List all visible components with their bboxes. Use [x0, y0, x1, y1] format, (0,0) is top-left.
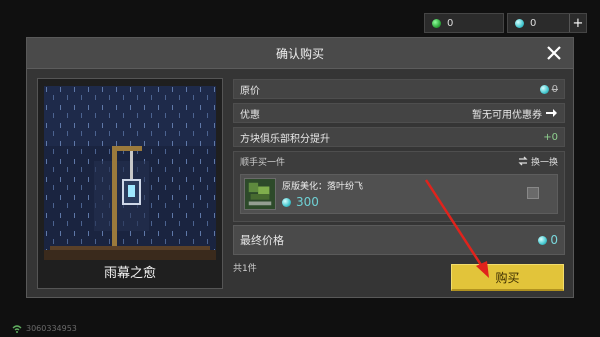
emerald-icon	[432, 18, 441, 28]
product-preview: 雨幕之愈	[37, 78, 223, 289]
addon-section: 顺手买一件 换一换 原版美化：落叶纷飞 300	[233, 151, 565, 222]
addon-thumbnail	[244, 178, 276, 210]
emerald-count: 0	[447, 17, 454, 29]
close-icon[interactable]	[547, 46, 561, 60]
emerald-balance: 0	[424, 13, 504, 33]
purchase-dialog: 确认购买 雨幕之愈 原价 0 优惠 暂无可用优惠券 方块俱乐部积分提升 +0 顺…	[26, 37, 574, 298]
swap-button[interactable]: 换一换	[518, 155, 558, 168]
original-price-label: 原价	[240, 85, 260, 97]
dialog-title: 确认购买	[275, 46, 324, 61]
discount-value: 暂无可用优惠券	[472, 109, 542, 121]
diamond-icon	[515, 18, 524, 28]
club-points-value: +0	[543, 131, 558, 143]
addon-header: 顺手买一件	[240, 157, 286, 168]
original-price-value: 0	[551, 83, 558, 95]
diamond-icon	[282, 197, 291, 207]
arrow-right-icon	[546, 109, 557, 117]
footer-id: 3060334953	[12, 324, 77, 333]
club-points-row: 方块俱乐部积分提升 +0	[233, 127, 565, 147]
product-image	[44, 86, 216, 260]
product-name: 雨幕之愈	[103, 266, 156, 281]
discount-row[interactable]: 优惠 暂无可用优惠券	[233, 103, 565, 123]
addon-item[interactable]: 原版美化：落叶纷飞 300	[240, 174, 558, 214]
diamond-count: 0	[530, 17, 537, 29]
refresh-icon	[518, 156, 528, 166]
diamond-icon	[539, 84, 549, 94]
club-points-label: 方块俱乐部积分提升	[240, 133, 330, 145]
item-count: 共1件	[233, 264, 257, 274]
add-currency-button[interactable]: +	[569, 14, 586, 32]
diamond-balance: 0 +	[507, 13, 587, 33]
final-price-row: 最终价格 0	[233, 225, 565, 255]
addon-name: 原版美化：落叶纷飞	[282, 182, 364, 192]
wifi-icon	[12, 324, 22, 333]
original-price-row: 原价 0	[233, 79, 565, 99]
final-price-label: 最终价格	[240, 234, 284, 247]
addon-checkbox[interactable]	[527, 187, 539, 199]
user-id: 3060334953	[26, 324, 77, 333]
final-price-value: 0	[550, 233, 558, 247]
dialog-header: 确认购买	[27, 38, 573, 69]
addon-price: 300	[282, 195, 319, 209]
swap-label: 换一换	[530, 157, 558, 168]
buy-button[interactable]: 购买	[451, 264, 564, 291]
diamond-icon	[538, 235, 548, 245]
discount-label: 优惠	[240, 109, 260, 121]
addon-price-value: 300	[296, 195, 319, 209]
